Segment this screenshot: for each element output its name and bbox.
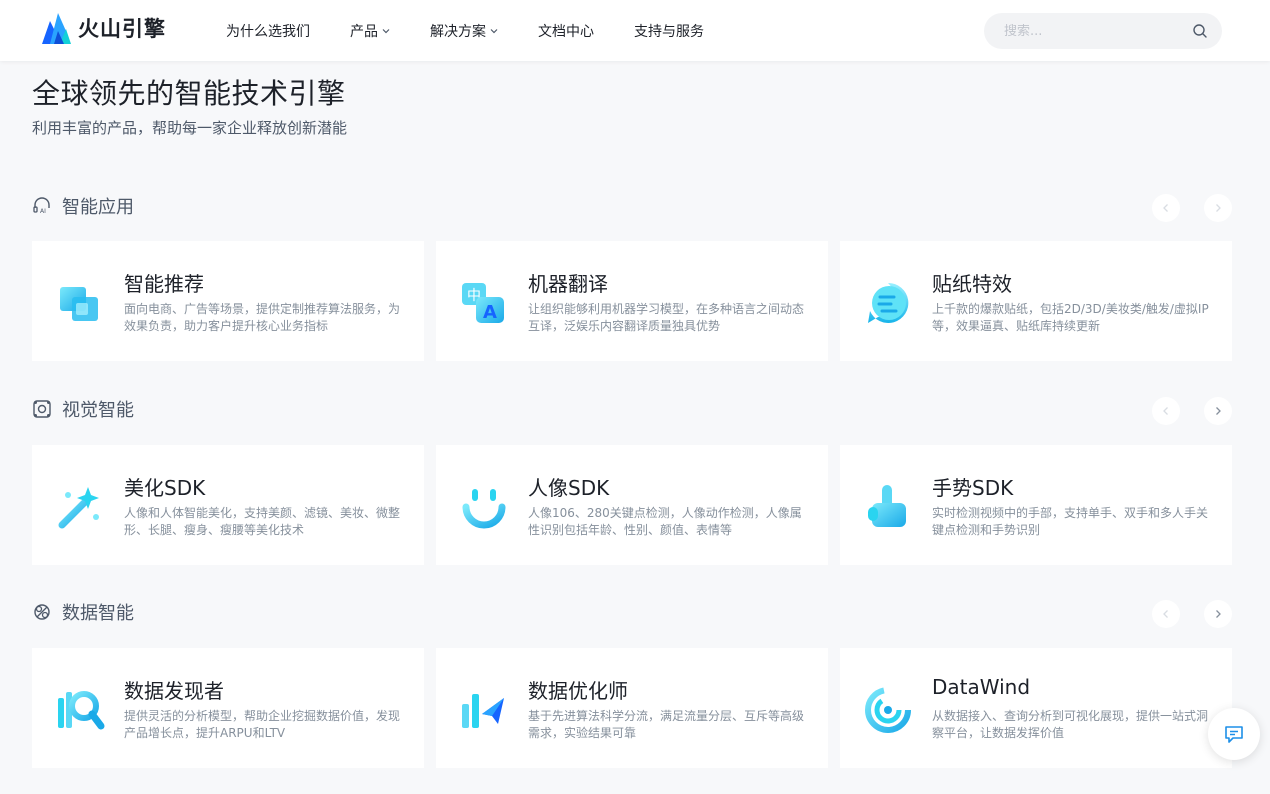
product-card[interactable]: 数据优化师 基于先进算法科学分流，满足流量分层、互斥等高级需求，实验结果可靠 bbox=[436, 648, 828, 768]
product-card[interactable]: 人像SDK 人像106、280关键点检测，人像动作检测，人像属性识别包括年龄、性… bbox=[436, 445, 828, 565]
sticker-icon bbox=[868, 282, 909, 323]
magnifier-chart-icon bbox=[58, 691, 105, 730]
card-title: 美化SDK bbox=[124, 476, 206, 500]
prev-button[interactable] bbox=[1152, 600, 1180, 628]
carousel-controls bbox=[1152, 194, 1232, 222]
vision-frame-icon bbox=[33, 400, 51, 418]
card-title: 贴纸特效 bbox=[932, 272, 1012, 296]
section-title: 视觉智能 bbox=[62, 400, 134, 421]
product-card[interactable]: 贴纸特效 上千款的爆款贴纸，包括2D/3D/美妆类/触发/虚拟IP等，效果逼真、… bbox=[840, 241, 1232, 361]
product-card[interactable]: 美化SDK 人像和人体智能美化，支持美颜、滤镜、美妆、微整形、长腿、瘦身、瘦腰等… bbox=[32, 445, 424, 565]
section-header-data: 数据智能 bbox=[32, 597, 134, 627]
card-title: DataWind bbox=[932, 675, 1031, 699]
card-desc: 上千款的爆款贴纸，包括2D/3D/美妆类/触发/虚拟IP等，效果逼真、贴纸库持续… bbox=[932, 302, 1209, 333]
chevron-right-icon bbox=[1216, 407, 1221, 415]
section-header-vision: 视觉智能 bbox=[32, 394, 134, 424]
chevron-left-icon bbox=[1163, 407, 1168, 415]
stacked-cubes-icon bbox=[60, 287, 98, 321]
logo[interactable]: 火山引擎 bbox=[40, 8, 166, 48]
card-title: 数据发现者 bbox=[124, 679, 224, 703]
nav-label: 解决方案 bbox=[430, 23, 486, 40]
card-title: 机器翻译 bbox=[528, 272, 608, 296]
card-desc: 提供灵活的分析模型，帮助企业挖掘数据价值，发现产品增长点，提升ARPU和LTV bbox=[124, 709, 401, 740]
top-header: 火山引擎 为什么选我们 产品 解决方案 文档中心 支持与服务 bbox=[0, 0, 1270, 61]
swirl-icon bbox=[865, 687, 911, 733]
svg-text:A: A bbox=[483, 302, 497, 323]
nav-products[interactable]: 产品 bbox=[350, 21, 390, 41]
main-nav: 为什么选我们 产品 解决方案 文档中心 支持与服务 bbox=[226, 0, 744, 61]
section-header-smart-apps: AI 智能应用 bbox=[32, 191, 134, 221]
card-title: 人像SDK bbox=[528, 476, 610, 500]
card-row-vision: 美化SDK 人像和人体智能美化，支持美颜、滤镜、美妆、微整形、长腿、瘦身、瘦腰等… bbox=[32, 445, 1232, 565]
nav-label: 文档中心 bbox=[538, 23, 594, 40]
nav-docs[interactable]: 文档中心 bbox=[538, 21, 594, 41]
nav-solutions[interactable]: 解决方案 bbox=[430, 21, 498, 41]
card-title: 智能推荐 bbox=[124, 272, 204, 296]
hand-pointer-icon bbox=[868, 485, 906, 527]
card-desc: 基于先进算法科学分流，满足流量分层、互斥等高级需求，实验结果可靠 bbox=[528, 709, 805, 740]
card-desc: 面向电商、广告等场景，提供定制推荐算法服务，为效果负责，助力客户提升核心业务指标 bbox=[124, 302, 401, 333]
prev-button[interactable] bbox=[1152, 397, 1180, 425]
nav-label: 为什么选我们 bbox=[226, 23, 310, 40]
chevron-down-icon bbox=[382, 28, 390, 33]
product-card[interactable]: 中A 机器翻译 让组织能够利用机器学习模型，在多种语言之间动态互译，泛娱乐内容翻… bbox=[436, 241, 828, 361]
product-card[interactable]: DataWind 从数据接入、查询分析到可视化展现，提供一站式洞察平台，让数据发… bbox=[840, 648, 1232, 768]
card-desc: 人像和人体智能美化，支持美颜、滤镜、美妆、微整形、长腿、瘦身、瘦腰等美化技术 bbox=[124, 506, 401, 537]
chevron-right-icon bbox=[1216, 204, 1221, 212]
nav-label: 支持与服务 bbox=[634, 23, 704, 40]
product-card[interactable]: 智能推荐 面向电商、广告等场景，提供定制推荐算法服务，为效果负责，助力客户提升核… bbox=[32, 241, 424, 361]
volcano-logo-icon bbox=[42, 13, 71, 44]
section-title: 智能应用 bbox=[62, 197, 134, 218]
nav-label: 产品 bbox=[350, 23, 378, 40]
card-title: 手势SDK bbox=[932, 476, 1014, 500]
carousel-controls bbox=[1152, 397, 1232, 425]
smile-face-icon bbox=[462, 489, 506, 529]
card-row-smart-apps: 智能推荐 面向电商、广告等场景，提供定制推荐算法服务，为效果负责，助力客户提升核… bbox=[32, 241, 1232, 361]
chevron-left-icon bbox=[1163, 610, 1168, 618]
section-title: 数据智能 bbox=[62, 603, 134, 624]
svg-text:AI: AI bbox=[40, 208, 46, 215]
ai-headset-icon: AI bbox=[33, 197, 50, 215]
next-button[interactable] bbox=[1204, 397, 1232, 425]
bar-cursor-icon bbox=[462, 694, 504, 728]
product-card[interactable]: 数据发现者 提供灵活的分析模型，帮助企业挖掘数据价值，发现产品增长点，提升ARP… bbox=[32, 648, 424, 768]
magic-wand-icon bbox=[58, 487, 99, 529]
chat-button[interactable] bbox=[1208, 708, 1260, 760]
product-card[interactable]: 手势SDK 实时检测视频中的手部，支持单手、双手和多人手关键点检测和手势识别 bbox=[840, 445, 1232, 565]
chevron-left-icon bbox=[1163, 204, 1168, 212]
page-title: 全球领先的智能技术引擎 bbox=[32, 77, 346, 110]
search-box bbox=[984, 13, 1222, 49]
nav-support[interactable]: 支持与服务 bbox=[634, 21, 704, 41]
page-subtitle: 利用丰富的产品，帮助每一家企业释放创新潜能 bbox=[32, 119, 348, 137]
search-icon[interactable] bbox=[1192, 23, 1208, 39]
logo-text: 火山引擎 bbox=[78, 17, 166, 41]
chat-icon bbox=[1225, 726, 1243, 743]
next-button[interactable] bbox=[1204, 194, 1232, 222]
nav-why-us[interactable]: 为什么选我们 bbox=[226, 21, 310, 41]
card-row-data: 数据发现者 提供灵活的分析模型，帮助企业挖掘数据价值，发现产品增长点，提升ARP… bbox=[32, 648, 1232, 768]
card-desc: 让组织能够利用机器学习模型，在多种语言之间动态互译，泛娱乐内容翻译质量独具优势 bbox=[528, 302, 805, 333]
next-button[interactable] bbox=[1204, 600, 1232, 628]
chevron-right-icon bbox=[1216, 610, 1221, 618]
prev-button[interactable] bbox=[1152, 194, 1180, 222]
data-nodes-icon bbox=[34, 604, 50, 620]
chevron-down-icon bbox=[490, 28, 498, 33]
card-desc: 实时检测视频中的手部，支持单手、双手和多人手关键点检测和手势识别 bbox=[932, 506, 1209, 537]
card-title: 数据优化师 bbox=[528, 679, 628, 703]
search-input[interactable] bbox=[1004, 23, 1192, 39]
translate-icon: 中A bbox=[462, 283, 504, 323]
carousel-controls bbox=[1152, 600, 1232, 628]
card-desc: 从数据接入、查询分析到可视化展现，提供一站式洞察平台，让数据发挥价值 bbox=[932, 709, 1209, 740]
card-desc: 人像106、280关键点检测，人像动作检测，人像属性识别包括年龄、性别、颜值、表… bbox=[528, 506, 802, 537]
